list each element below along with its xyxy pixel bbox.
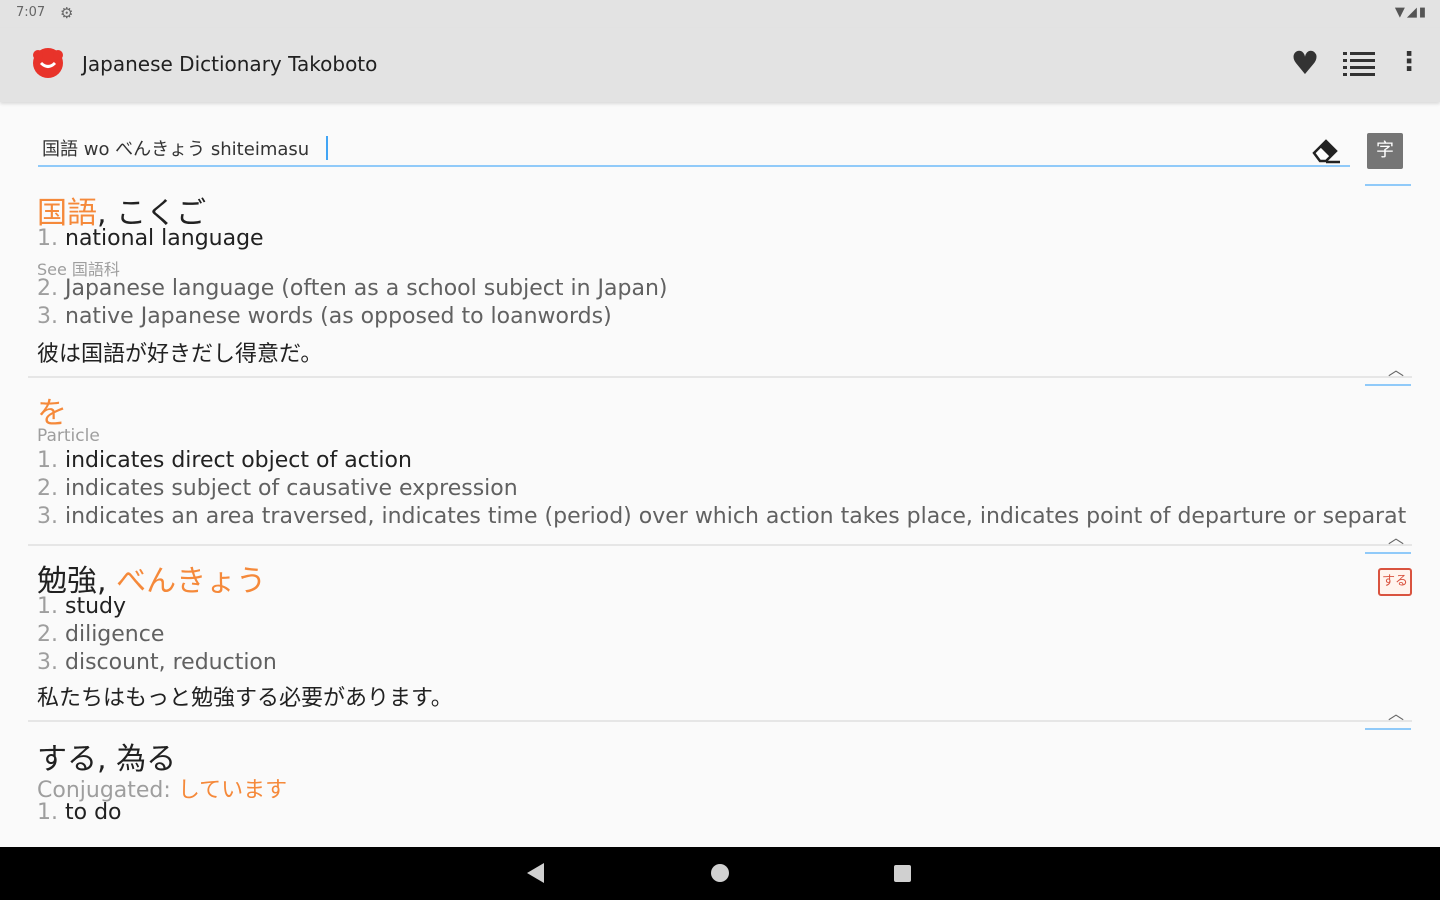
back-icon[interactable] [527,863,544,883]
definition: 1. national language [37,226,264,251]
chevron-up-icon[interactable]: ︿ [1388,356,1404,380]
entry-reading: べんきょう [116,564,267,599]
favorites-heart-icon[interactable]: ♥ [1288,46,1322,80]
definition: 2. Japanese language (often as a school … [37,276,668,301]
app-bar: Japanese Dictionary Takoboto ♥ ⋮ [0,28,1440,102]
system-icons: ▼◢▮ [1395,5,1428,20]
suru-verb-badge[interactable]: する [1378,568,1412,596]
status-time: 7:07 [16,5,46,20]
common-marker [1365,728,1411,733]
signal-icon: ◢ [1406,5,1419,20]
result-entry[interactable]: を Particle 1. indicates direct object of… [28,378,1412,548]
eraser-icon[interactable] [1310,135,1342,165]
example-sentence: 彼は国語が好きだし得意だ。 [37,342,323,367]
chevron-up-icon[interactable]: ︿ [1388,700,1404,724]
list-icon[interactable] [1343,50,1375,78]
kanji-input-button[interactable]: 字 [1367,133,1403,169]
home-icon[interactable] [711,864,729,882]
definition: 3. discount, reduction [37,650,277,675]
result-entry[interactable]: する, 為る Conjugated: しています 1. to do [28,722,1412,846]
common-marker [1365,184,1411,189]
text-cursor [326,136,328,160]
common-marker [1365,384,1411,389]
settings-icon: ⚙ [60,4,74,22]
result-entry[interactable]: 国語, こくご 1. national language See 国語科 2. … [28,180,1412,380]
battery-icon: ▮ [1418,5,1428,20]
recents-icon[interactable] [894,865,911,882]
definition: 1. indicates direct object of action [37,448,412,473]
definition: 3. native Japanese words (as opposed to … [37,304,612,329]
common-marker [1365,552,1411,557]
chevron-up-icon[interactable]: ︿ [1388,524,1404,548]
wifi-icon: ▼ [1394,5,1407,20]
definition: 2. diligence [37,622,165,647]
search-field[interactable] [38,133,1350,167]
app-title: Japanese Dictionary Takoboto [82,52,378,76]
search-input[interactable] [38,133,1296,163]
definition: 1. to do [37,800,122,825]
definition: 1. study [37,594,127,619]
navigation-bar [0,847,1440,900]
status-bar: 7:07 ⚙ ▼◢▮ [0,0,1440,28]
part-of-speech: Particle [37,426,100,446]
app-logo-icon [33,48,63,78]
example-sentence: 私たちはもっと勉強する必要があります。 [37,686,453,711]
definition: 2. indicates subject of causative expres… [37,476,518,501]
result-entry[interactable]: 勉強, べんきょう する 1. study 2. diligence 3. di… [28,546,1412,724]
definition: 3. indicates an area traversed, indicate… [37,504,1407,529]
more-options-icon[interactable]: ⋮ [1396,44,1422,80]
